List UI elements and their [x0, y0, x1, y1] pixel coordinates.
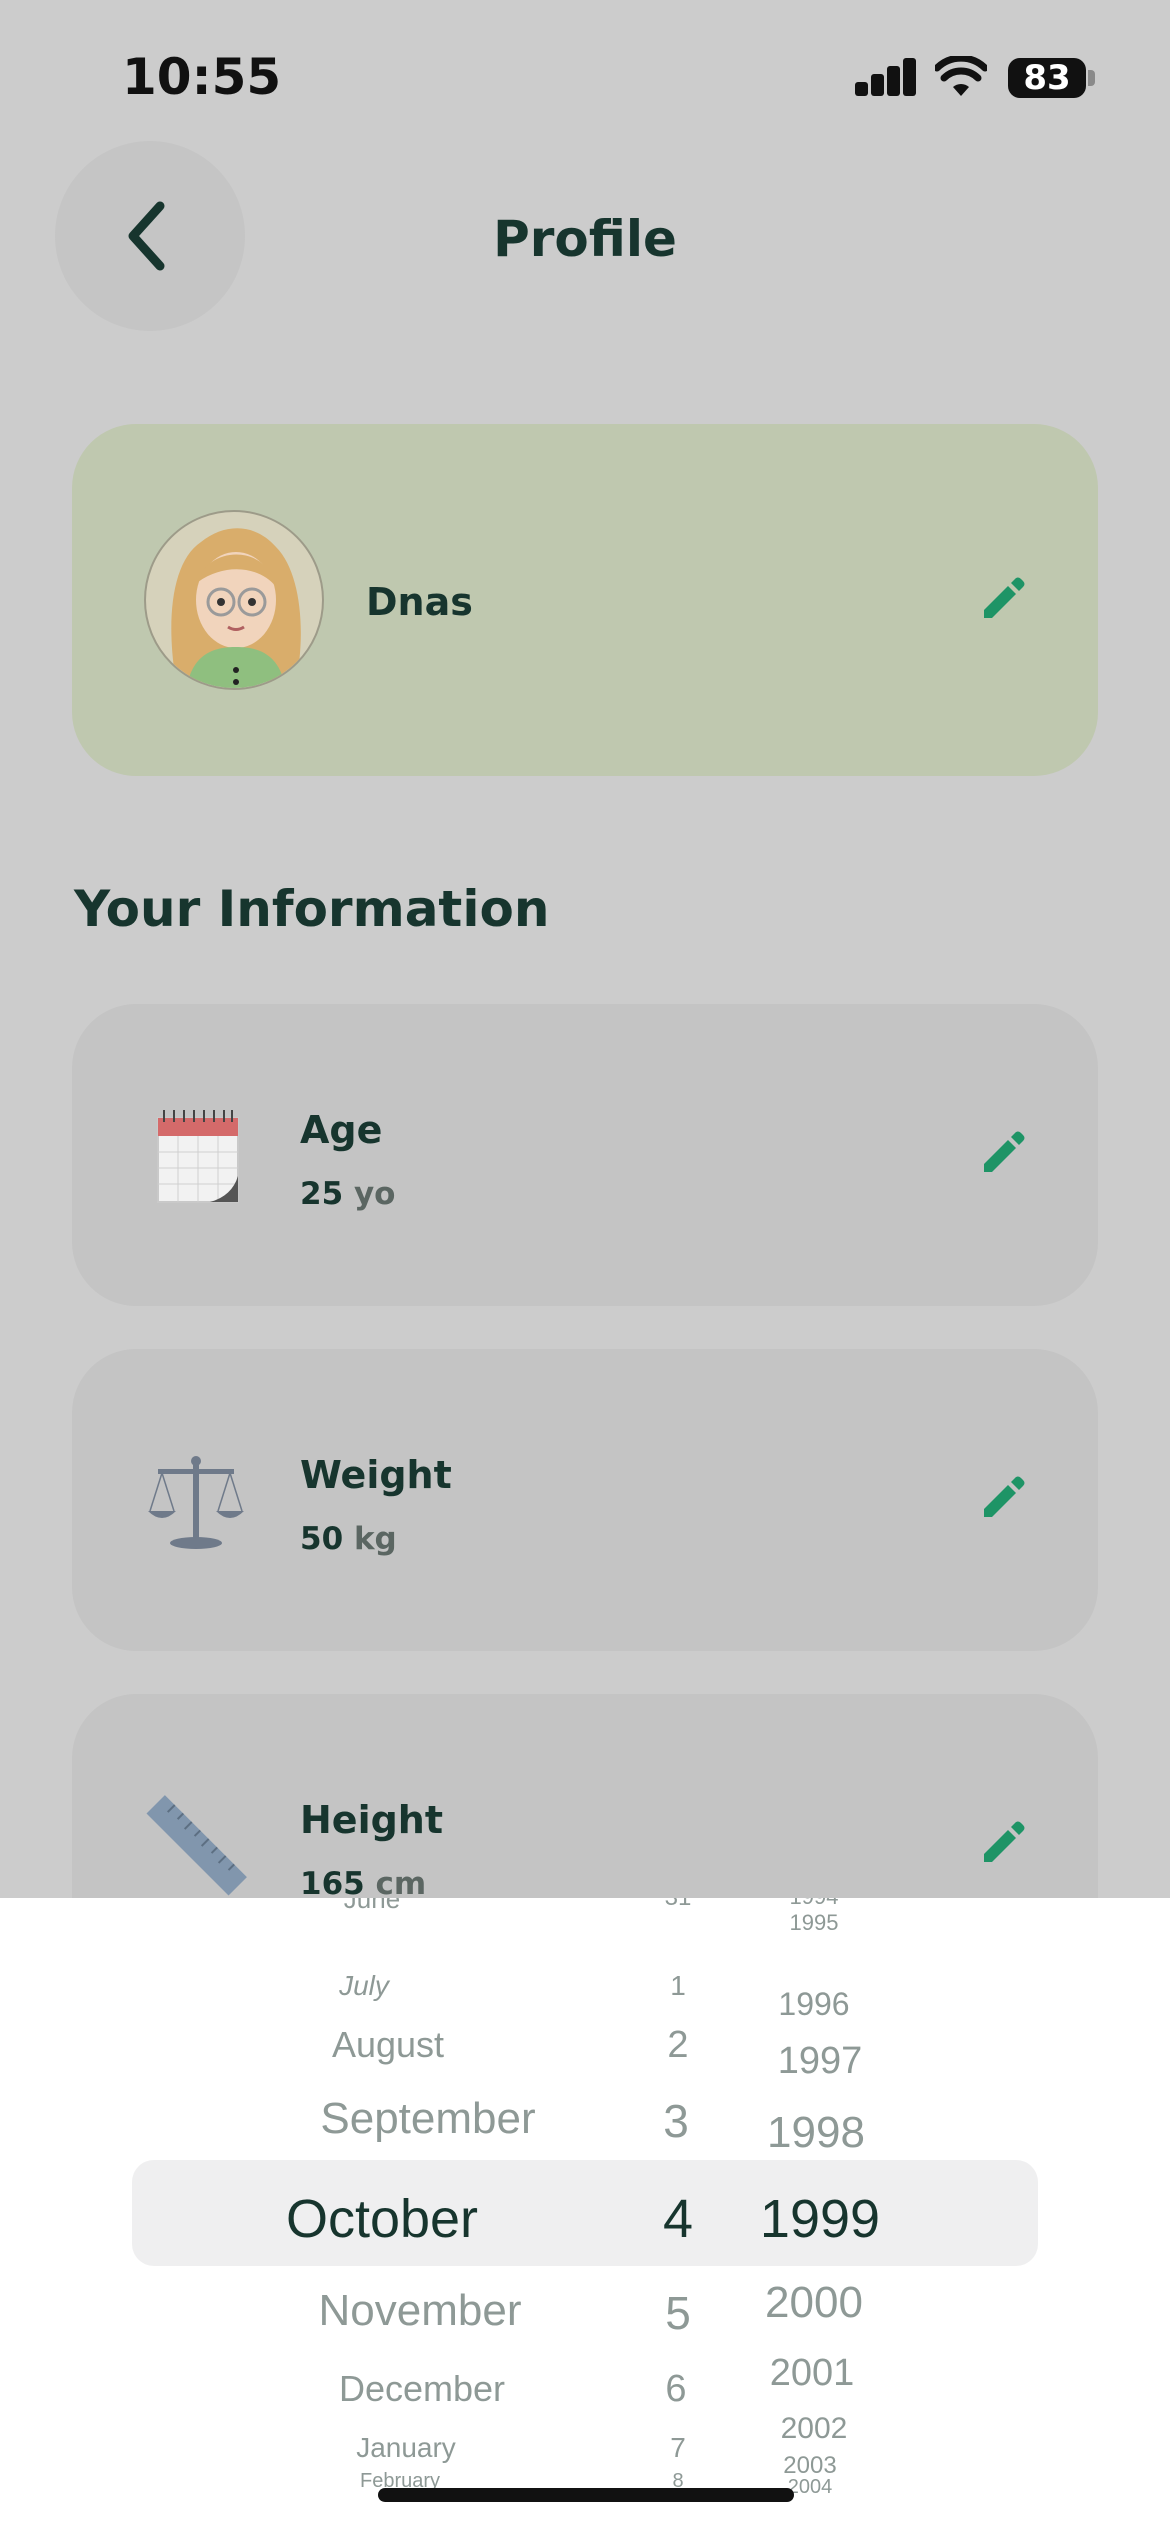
year-option[interactable]: 2001	[770, 2352, 855, 2395]
day-option[interactable]: 2	[667, 2024, 688, 2067]
weight-value: 50 kg	[300, 1521, 397, 1557]
day-option[interactable]: 7	[670, 2432, 686, 2464]
wifi-icon	[935, 56, 987, 96]
month-option[interactable]: July	[339, 1970, 389, 2002]
month-option[interactable]: September	[320, 2094, 535, 2144]
height-unit: cm	[375, 1866, 427, 1902]
year-option[interactable]: 1998	[767, 2108, 865, 2158]
age-value: 25 yo	[300, 1176, 395, 1212]
height-label: Height	[300, 1798, 444, 1842]
day-option[interactable]: 1	[670, 1970, 686, 2002]
picker-selection-highlight	[132, 2160, 1038, 2266]
day-option-selected[interactable]: 4	[663, 2188, 693, 2250]
weight-unit: kg	[353, 1521, 397, 1557]
status-time: 10:55	[122, 48, 282, 106]
pencil-icon[interactable]	[978, 574, 1028, 624]
month-option[interactable]: June	[344, 1898, 400, 1915]
year-option[interactable]: 1995	[790, 1910, 839, 1936]
profile-card[interactable]: Dnas	[72, 424, 1098, 776]
age-unit: yo	[353, 1176, 396, 1212]
profile-name: Dnas	[366, 580, 473, 624]
info-card-weight[interactable]: Weight 50 kg	[72, 1349, 1098, 1651]
age-number: 25	[300, 1176, 344, 1212]
ruler-icon	[146, 1795, 247, 1896]
height-value: 165 cm	[300, 1866, 426, 1902]
month-option[interactable]: January	[356, 2432, 456, 2464]
battery-cap	[1088, 70, 1095, 86]
section-title: Your Information	[74, 880, 550, 938]
balance-scale-icon	[148, 1456, 244, 1549]
month-option[interactable]: August	[332, 2024, 444, 2066]
info-card-age[interactable]: Age 25 yo	[72, 1004, 1098, 1306]
page-title: Profile	[493, 210, 677, 268]
weight-label: Weight	[300, 1453, 452, 1497]
height-number: 165	[300, 1866, 365, 1902]
weight-number: 50	[300, 1521, 344, 1557]
month-option-selected[interactable]: October	[286, 2188, 478, 2250]
date-picker-sheet: June July August September October Novem…	[0, 1898, 1170, 2532]
year-option[interactable]: 1996	[778, 1986, 849, 2023]
battery-icon: 83	[1008, 58, 1086, 98]
year-option-selected[interactable]: 1999	[760, 2188, 880, 2250]
year-option[interactable]: 2000	[765, 2278, 863, 2328]
month-option[interactable]: November	[319, 2286, 522, 2336]
year-option[interactable]: 2002	[781, 2412, 848, 2446]
home-indicator	[378, 2488, 794, 2502]
year-option[interactable]: 1997	[778, 2040, 863, 2083]
pencil-icon[interactable]	[978, 1473, 1028, 1523]
avatar	[144, 510, 324, 690]
day-option[interactable]: 3	[663, 2094, 689, 2148]
calendar-icon	[157, 1110, 239, 1203]
year-option[interactable]: 2004	[788, 2476, 833, 2499]
pencil-icon[interactable]	[978, 1818, 1028, 1868]
cellular-signal-icon	[855, 58, 916, 96]
day-option[interactable]: 5	[665, 2286, 691, 2340]
day-option[interactable]: 6	[665, 2368, 686, 2411]
pencil-icon[interactable]	[978, 1128, 1028, 1178]
year-option[interactable]: 1994	[790, 1898, 839, 1910]
age-label: Age	[300, 1108, 383, 1152]
month-option[interactable]: December	[339, 2368, 505, 2410]
day-option[interactable]: 31	[665, 1898, 692, 1912]
